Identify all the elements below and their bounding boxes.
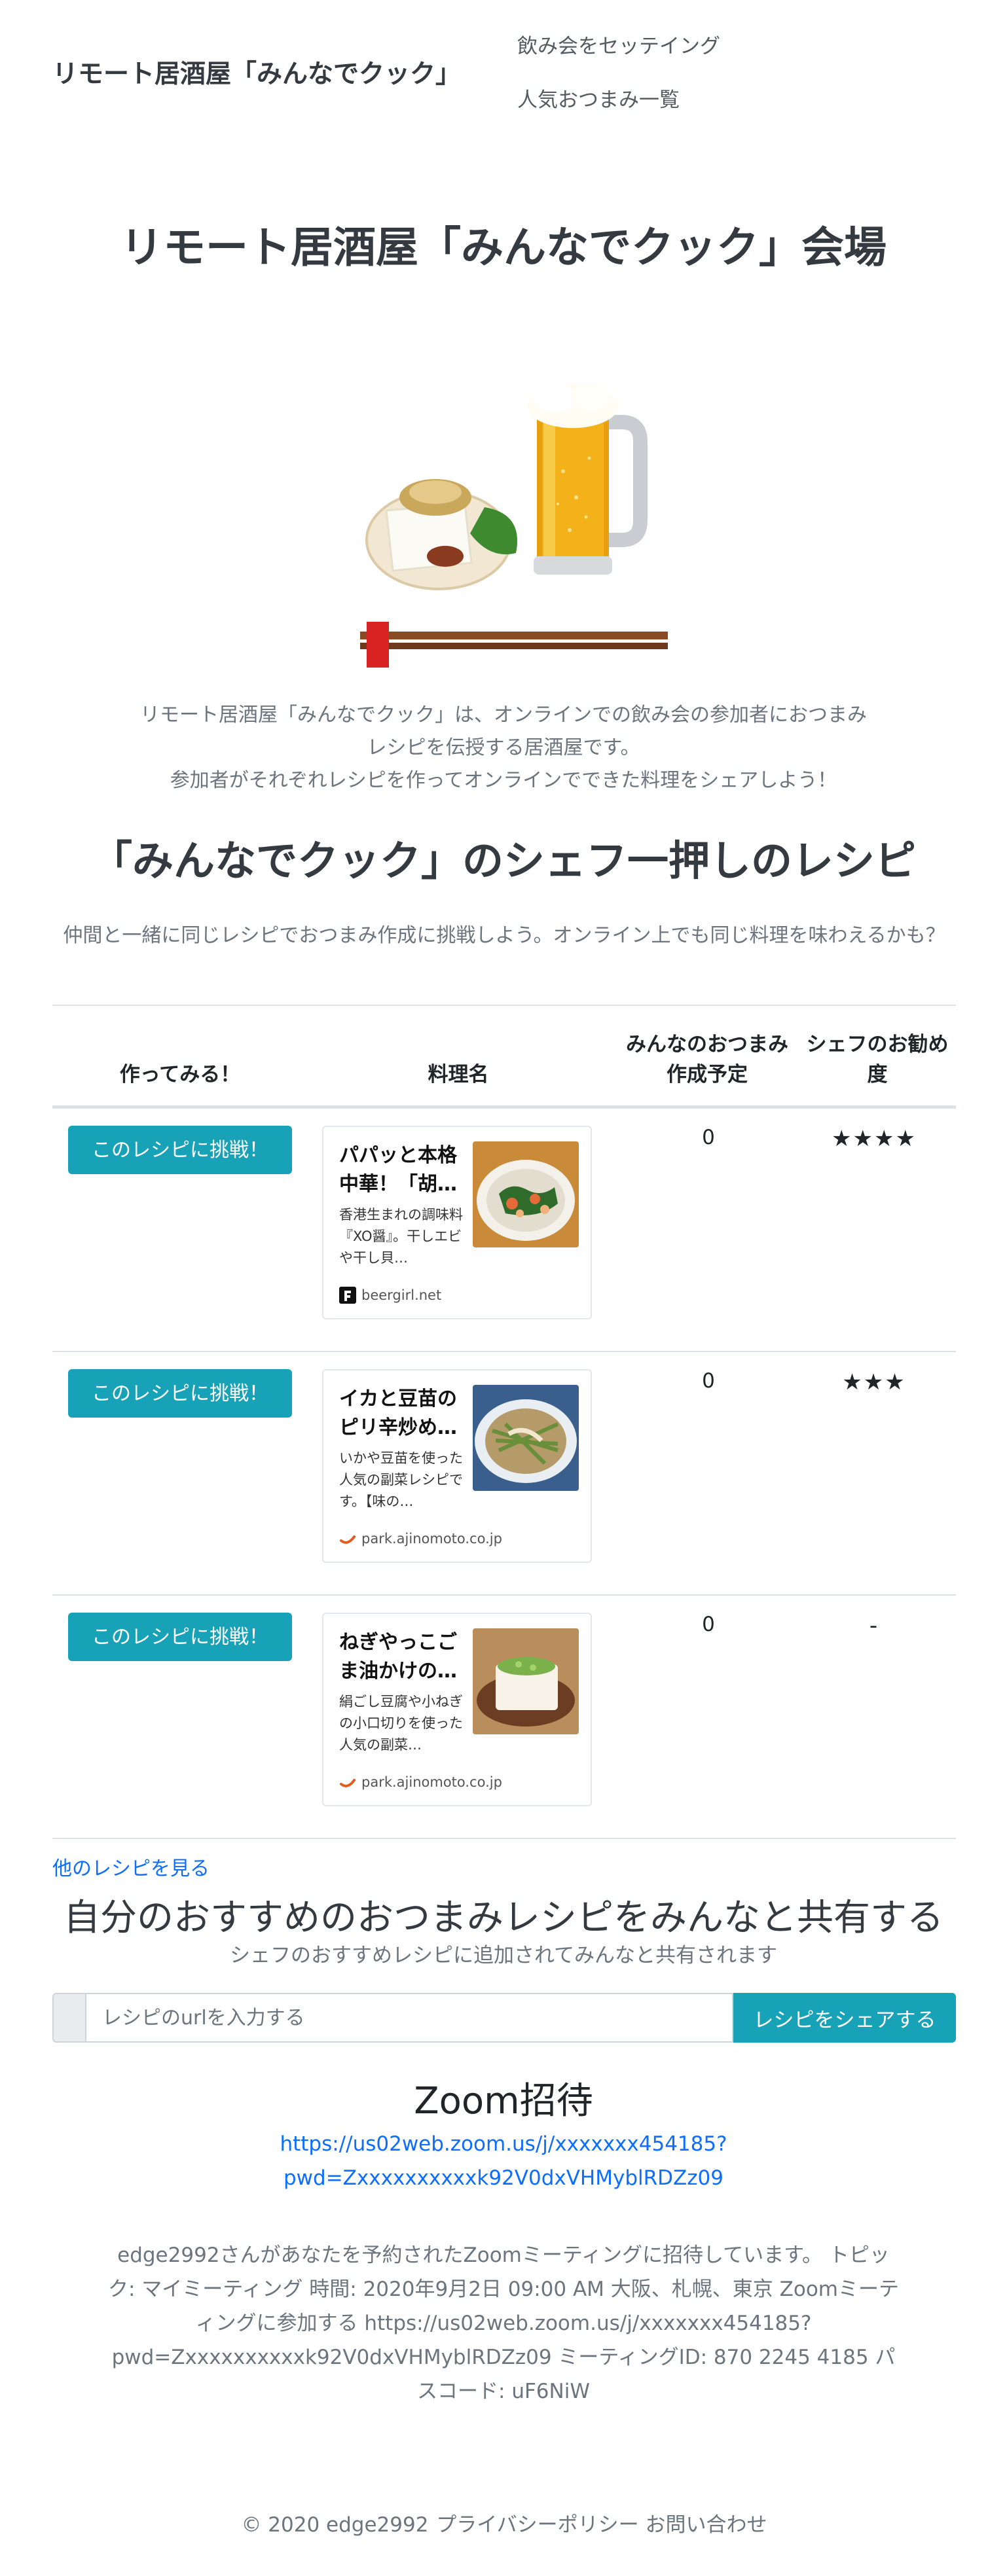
card-site-label: park.ajinomoto.co.jp [361,1531,502,1547]
card-site: beergirl.net [339,1287,441,1304]
header-try: 作ってみる！ [119,1063,241,1086]
header-dish-name: 料理名 [428,1063,489,1086]
card-description: いかや豆苗を使った人気の副菜レシピです。【味の… [339,1450,463,1509]
card-title: パパッと本格中華！「胡… [339,1144,457,1196]
nav-link-popular[interactable]: 人気おつまみ一覧 [517,85,720,139]
share-recipe-button[interactable]: レシピをシェアする [733,1993,956,2043]
contact-link[interactable]: お問い合わせ [646,2513,767,2537]
page-title: リモート居酒屋「みんなでクック」会場 [120,223,887,272]
recipe-link-card[interactable]: パパッと本格中華！「胡… 香港生まれの調味料『XO醤』。干しエビや干し貝… be… [322,1126,592,1319]
dish-thumbnail-image [473,1628,579,1734]
zoom-invite-text: edge2992さんがあなたを予約されたZoomミーティングに招待しています。 … [107,2244,899,2403]
table-row: このレシピに挑戦！ パパッと本格中華！「胡… 香港生まれの調味料『XO醤』。干し… [52,1109,956,1352]
rating-stars: ★★★ [842,1369,906,1395]
share-input-group: レシピをシェアする [52,1993,956,2043]
zoom-section-title: Zoom招待 [414,2080,593,2122]
zoom-link-line1: https://us02web.zoom.us/j/xxxxxxx454185? [280,2132,727,2156]
recipes-section-lead: 仲間と一緒に同じレシピでおつまみ作成に挑戦しよう。オンライン上でも同じ料理を味わ… [63,924,945,947]
dish-thumbnail-image [473,1385,579,1491]
zoom-link-line2: pwd=Zxxxxxxxxxxk92V0dxVHMyblRDZz09 [284,2166,723,2190]
recipe-table: 作ってみる！ 料理名 みんなのおつまみ作成予定 シェフのお勧め度 このレシピに挑… [52,1005,956,1839]
share-section-title: 自分のおすすめのおつまみレシピをみんなと共有する [64,1897,943,1939]
try-recipe-button[interactable]: このレシピに挑戦！ [68,1613,292,1661]
try-recipe-button[interactable]: このレシピに挑戦！ [68,1126,292,1174]
hero-desc-line1: リモート居酒屋「みんなでクック」は、オンラインでの飲み会の参加者におつまみ [140,704,867,726]
card-title: イカと豆苗のピリ辛炒め… [339,1387,457,1439]
recipe-link-card[interactable]: ねぎやっこごま油かけの… 絹ごし豆腐や小ねぎの小口切りを使った人気の副菜… pa… [322,1613,592,1806]
card-description: 絹ごし豆腐や小ねぎの小口切りを使った人気の副菜… [339,1694,463,1753]
plan-count: 0 [702,1613,715,1636]
card-description: 香港生まれの調味料『XO醤』。干しエビや干し貝… [339,1207,463,1266]
footer: © 2020 edge2992 プライバシーポリシー お問い合わせ [0,2508,1007,2537]
plan-count: 0 [702,1369,715,1393]
header-plan: みんなのおつまみ作成予定 [626,1033,788,1086]
table-header: 作ってみる！ 料理名 みんなのおつまみ作成予定 シェフのお勧め度 [52,1005,956,1109]
plan-count: 0 [702,1126,715,1149]
nav-link-setting[interactable]: 飲み会をセッテイング [517,31,720,85]
card-site: park.ajinomoto.co.jp [339,1774,502,1791]
header-rating: シェフのお勧め度 [806,1033,949,1086]
zoom-invite-link[interactable]: https://us02web.zoom.us/j/xxxxxxx454185?… [0,2127,1007,2195]
input-prepend [52,1993,85,2043]
footer-copyright: © 2020 edge2992 [241,2513,429,2537]
rating-stars: ★★★★ [832,1126,917,1152]
card-site-label: park.ajinomoto.co.jp [361,1774,502,1790]
recipe-url-input[interactable] [85,1993,733,2043]
hero-desc-line2: レシピを伝授する居酒屋です。 [367,736,640,759]
table-row: このレシピに挑戦！ イカと豆苗のピリ辛炒め… いかや豆苗を使った人気の副菜レシピ… [52,1352,956,1596]
beergirl-logo-icon [339,1287,356,1304]
privacy-policy-link[interactable]: プライバシーポリシー [436,2513,638,2537]
hero-description: リモート居酒屋「みんなでクック」は、オンラインでの飲み会の参加者におつまみ レシ… [92,699,915,797]
hero-desc-line3: 参加者がそれぞれレシピを作ってオンラインでできた料理をシェアしよう！ [170,769,837,792]
main-nav: 飲み会をセッテイング 人気おつまみ一覧 [517,31,720,139]
more-recipes-link[interactable]: 他のレシピを見る [52,1852,210,1881]
recipes-section-title: 「みんなでクック」のシェフ一押しのレシピ [91,837,916,885]
try-recipe-button[interactable]: このレシピに挑戦！ [68,1369,292,1418]
dish-thumbnail-image [473,1141,579,1247]
site-brand[interactable]: リモート居酒屋「みんなでクック」 [52,54,461,90]
table-row: このレシピに挑戦！ ねぎやっこごま油かけの… 絹ごし豆腐や小ねぎの小口切りを使っ… [52,1596,956,1839]
ajinomoto-logo-icon [340,1535,356,1544]
card-site: park.ajinomoto.co.jp [339,1530,502,1547]
rating-stars: - [869,1613,879,1639]
card-site-label: beergirl.net [361,1287,442,1303]
card-title: ねぎやっこごま油かけの… [339,1631,457,1683]
ajinomoto-logo-icon [340,1779,356,1787]
recipe-link-card[interactable]: イカと豆苗のピリ辛炒め… いかや豆苗を使った人気の副菜レシピです。【味の… pa… [322,1369,592,1563]
share-section-lead: シェフのおすすめレシピに追加されてみんなと共有されます [229,1944,778,1967]
beer-and-appetizer-illustration [360,384,668,668]
